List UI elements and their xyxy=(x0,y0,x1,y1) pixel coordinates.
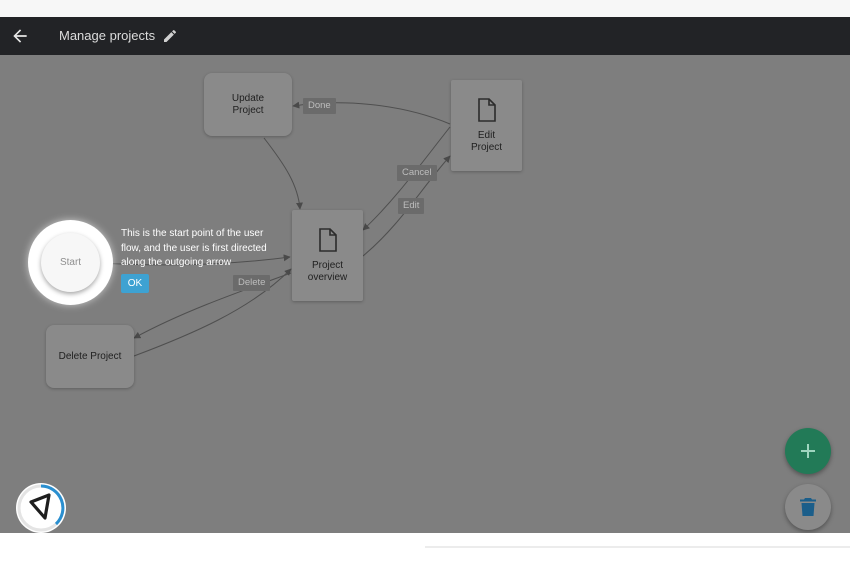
edge-label-done[interactable]: Done xyxy=(303,98,336,114)
edge-label-cancel[interactable]: Cancel xyxy=(397,165,437,181)
node-delete-project[interactable]: Delete Project xyxy=(46,325,134,388)
node-edit-project-label: Edit Project xyxy=(470,129,503,153)
bottom-strip xyxy=(0,533,850,566)
document-icon xyxy=(477,97,496,122)
page-title: Manage projects xyxy=(59,28,156,43)
brand-logo[interactable] xyxy=(16,483,66,533)
document-icon xyxy=(318,227,337,252)
trash-icon xyxy=(800,498,816,516)
add-button[interactable] xyxy=(785,428,831,474)
delete-button[interactable] xyxy=(785,484,831,530)
brand-logo-icon xyxy=(17,484,65,532)
node-project-overview[interactable]: Project overview xyxy=(292,210,363,301)
node-delete-project-label: Delete Project xyxy=(58,350,122,362)
top-strip xyxy=(0,0,850,17)
flow-edges xyxy=(99,101,451,357)
bottom-divider xyxy=(425,546,850,548)
flow-canvas[interactable]: Update Project Edit Project Project over… xyxy=(0,55,850,533)
edge-label-edit[interactable]: Edit xyxy=(398,198,425,214)
node-edit-project[interactable]: Edit Project xyxy=(451,80,522,171)
edge-update-to-overview xyxy=(263,137,303,210)
arrow-back-icon[interactable] xyxy=(10,26,30,46)
node-project-overview-label: Project overview xyxy=(307,259,348,283)
app-bar: Manage projects xyxy=(0,17,850,55)
node-start[interactable]: Start xyxy=(41,233,100,292)
tooltip-ok-button[interactable]: OK xyxy=(121,274,149,293)
plus-icon xyxy=(801,444,815,458)
node-update-project[interactable]: Update Project xyxy=(204,73,292,136)
edge-label-delete[interactable]: Delete xyxy=(233,275,271,291)
pencil-icon[interactable] xyxy=(162,28,178,44)
onboarding-tooltip-text: This is the start point of the user flow… xyxy=(121,228,267,268)
node-update-project-label: Update Project xyxy=(231,92,265,116)
